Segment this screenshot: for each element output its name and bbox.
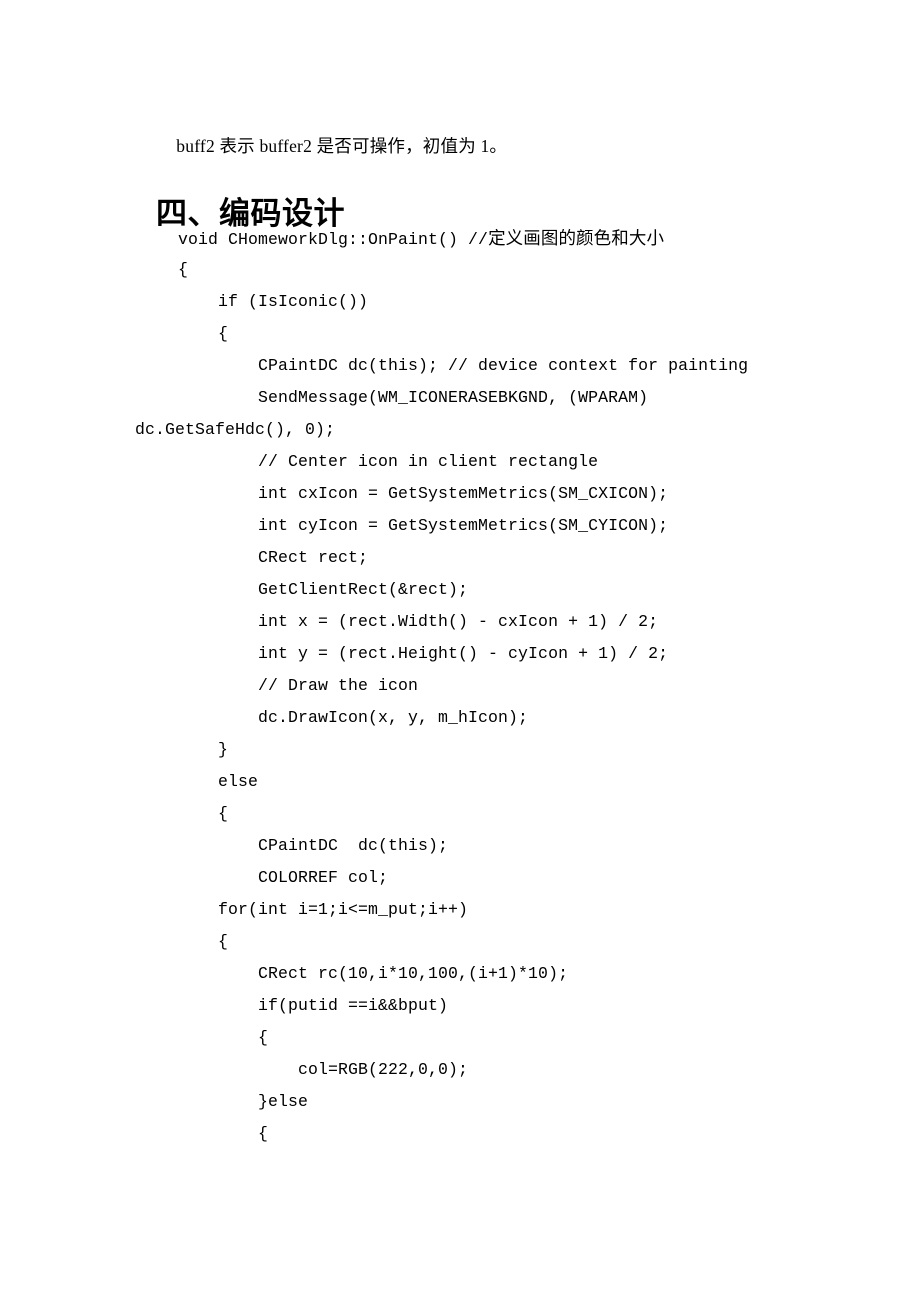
code-line: SendMessage(WM_ICONERASEBKGND, (WPARAM)	[158, 388, 649, 407]
code-line: if (IsIconic())	[158, 292, 369, 311]
code-line: COLORREF col;	[158, 868, 389, 887]
code-line: {	[158, 1124, 269, 1143]
code-line: CPaintDC dc(this);	[158, 836, 449, 855]
code-line: int y = (rect.Height() - cyIcon + 1) / 2…	[158, 644, 669, 663]
code-line: int cyIcon = GetSystemMetrics(SM_CYICON)…	[158, 516, 669, 535]
code-line: CRect rc(10,i*10,100,(i+1)*10);	[158, 964, 569, 983]
code-line: else	[158, 772, 259, 791]
code-line: CPaintDC dc(this); // device context for…	[158, 356, 749, 375]
code-line: }	[158, 740, 229, 759]
code-line: dc.GetSafeHdc(), 0);	[135, 420, 336, 439]
code-line: }else	[158, 1092, 309, 1111]
code-line: int cxIcon = GetSystemMetrics(SM_CXICON)…	[158, 484, 669, 503]
code-line: for(int i=1;i<=m_put;i++)	[158, 900, 469, 919]
code-line: int x = (rect.Width() - cxIcon + 1) / 2;	[158, 612, 659, 631]
code-line: void CHomeworkDlg::OnPaint() //定义画图的颜色和大…	[158, 222, 898, 254]
code-line: {	[158, 804, 229, 823]
code-line: CRect rect;	[158, 548, 369, 567]
code-block: void CHomeworkDlg::OnPaint() //定义画图的颜色和大…	[135, 222, 898, 1150]
code-comment-cjk: 定义画图的颜色和大小	[488, 228, 665, 248]
code-line: if(putid ==i&&bput)	[158, 996, 449, 1015]
body-paragraph: buff2 表示 buffer2 是否可操作，初值为 1。	[158, 136, 508, 156]
code-line: col=RGB(222,0,0);	[158, 1060, 469, 1079]
code-line: {	[158, 932, 229, 951]
code-line: // Center icon in client rectangle	[158, 452, 599, 471]
code-line: // Draw the icon	[158, 676, 419, 695]
code-line: GetClientRect(&rect);	[158, 580, 469, 599]
code-line: dc.DrawIcon(x, y, m_hIcon);	[158, 708, 529, 727]
code-line: {	[158, 1028, 269, 1047]
document-page: buff2 表示 buffer2 是否可操作，初值为 1。 四、编码设计 voi…	[0, 0, 920, 1300]
code-line: {	[158, 324, 229, 343]
code-text: void CHomeworkDlg::OnPaint() //	[158, 230, 489, 249]
code-line: {	[158, 260, 189, 279]
